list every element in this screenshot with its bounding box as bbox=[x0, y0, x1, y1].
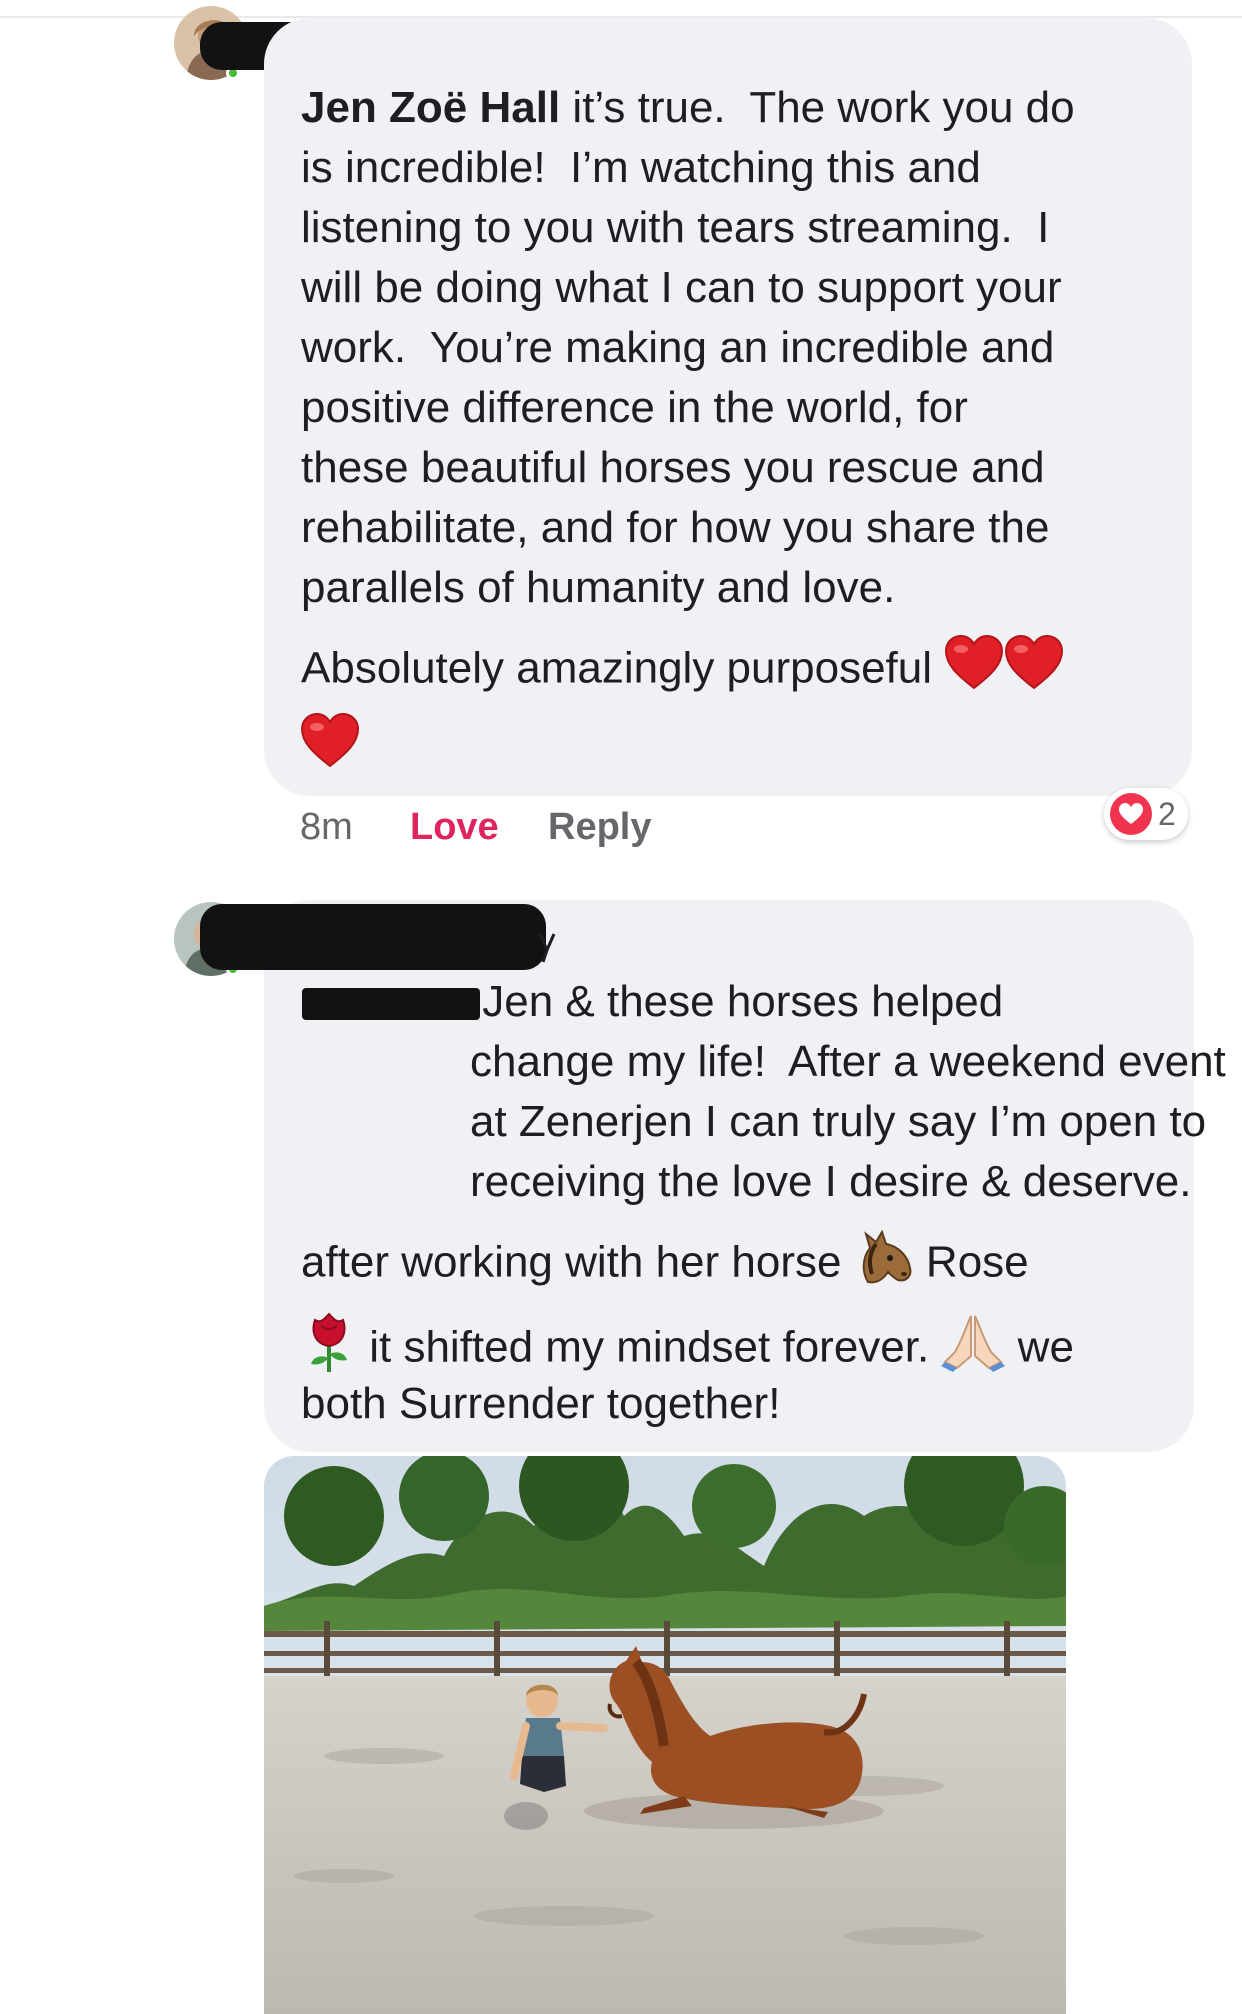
reaction-summary[interactable]: 2 bbox=[1104, 788, 1188, 840]
comment-body: Jen & these horses helped change my life… bbox=[470, 977, 1226, 1206]
red-heart-icon bbox=[300, 712, 360, 775]
comment-text-segment: we bbox=[1005, 1322, 1074, 1372]
red-heart-icon bbox=[1004, 634, 1064, 708]
comment-closing-line: Absolutely amazingly purposeful bbox=[301, 634, 1064, 708]
comment-closing-text: Absolutely amazingly purposeful bbox=[301, 643, 933, 693]
comment-timestamp: 8m bbox=[300, 805, 353, 848]
love-button[interactable]: Love bbox=[410, 806, 548, 849]
reply-button[interactable]: Reply bbox=[548, 806, 651, 849]
comment-text: Jen Zoë Hall it’s true. The work you do … bbox=[301, 78, 1075, 618]
comment-author[interactable]: Jen Zoë Hall bbox=[301, 83, 560, 132]
comment-line-last: both Surrender together! bbox=[301, 1379, 781, 1428]
redacted-name-mention bbox=[302, 988, 480, 1020]
reaction-count: 2 bbox=[1158, 795, 1176, 832]
comment-text-segment: after working with her horse bbox=[301, 1237, 854, 1287]
comment-text-segment: Rose bbox=[913, 1237, 1029, 1287]
comment-text-segment: it shifted my mindset forever. bbox=[357, 1322, 942, 1372]
comment-line-horse: after working with her horse Rose bbox=[301, 1228, 1029, 1302]
comment-actions: 8m Love Reply bbox=[300, 802, 651, 852]
horse-face-icon bbox=[854, 1228, 914, 1302]
comment-body: it’s true. The work you do is incredible… bbox=[301, 83, 1075, 612]
attached-photo[interactable] bbox=[264, 1456, 1066, 2014]
love-reaction-icon bbox=[1110, 793, 1152, 835]
folded-hands-icon bbox=[941, 1312, 1006, 1388]
name-fragment bbox=[538, 930, 556, 964]
redacted-name bbox=[200, 904, 546, 970]
red-heart-icon bbox=[944, 634, 1004, 708]
